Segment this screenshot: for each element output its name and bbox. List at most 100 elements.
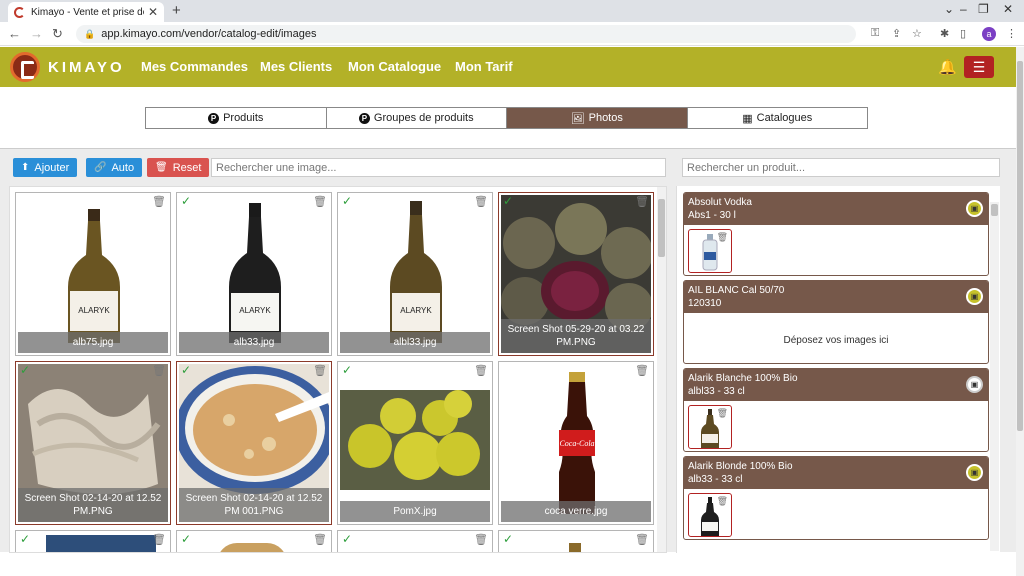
product-ref: 120310 bbox=[688, 298, 722, 309]
tab-label: Produits bbox=[223, 112, 264, 124]
auto-link-button[interactable]: 🔗 Auto bbox=[86, 158, 143, 177]
delete-image-icon[interactable]: 🗑 bbox=[635, 195, 649, 208]
delete-image-icon[interactable]: 🗑 bbox=[313, 364, 327, 377]
forward-icon[interactable]: → bbox=[30, 26, 43, 41]
delete-image-icon[interactable]: 🗑 bbox=[313, 533, 327, 546]
delete-image-icon[interactable]: 🗑 bbox=[313, 195, 327, 208]
image-card[interactable]: ✓ 🗑 Screen Shot 05-29-20 at 03.22 PM.PNG bbox=[498, 192, 654, 356]
profile-avatar[interactable]: a bbox=[982, 27, 996, 41]
browser-tab[interactable]: Kimayo - Vente et prise de comm ✕ bbox=[8, 2, 164, 22]
maximize-icon[interactable]: ❐ bbox=[978, 2, 989, 16]
product-image-thumb[interactable]: 🗑 bbox=[688, 493, 732, 537]
nav-mon-tarif[interactable]: Mon Tarif bbox=[455, 59, 513, 74]
delete-image-icon[interactable]: 🗑 bbox=[635, 533, 649, 546]
star-icon[interactable]: ☆ bbox=[912, 27, 922, 40]
image-card[interactable]: ✓ 🗑 bbox=[176, 530, 332, 552]
delete-image-icon[interactable]: 🗑 bbox=[474, 533, 488, 546]
delete-image-icon[interactable]: 🗑 bbox=[635, 364, 649, 377]
delete-image-icon[interactable]: 🗑 bbox=[474, 195, 488, 208]
share-icon[interactable]: ⇪ bbox=[892, 27, 901, 40]
key-icon[interactable]: ⚿ bbox=[871, 27, 879, 40]
check-icon: ✓ bbox=[503, 194, 514, 208]
product-list-scrollbar[interactable] bbox=[990, 202, 999, 551]
tab-groupes-de-produits[interactable]: P Groupes de produits bbox=[326, 108, 507, 128]
tab-catalogues[interactable]: ▦ Catalogues bbox=[687, 108, 867, 128]
image-caption: alb75.jpg bbox=[18, 332, 168, 353]
product-card[interactable]: AIL BLANC Cal 50/70 120310 ▣ Déposez vos… bbox=[683, 280, 989, 364]
kimayo-logo[interactable]: KIMAYO bbox=[10, 52, 125, 82]
product-card[interactable]: Alarik Blanche 100% Bio albl33 - 33 cl ▣… bbox=[683, 368, 989, 452]
image-caption: Screen Shot 05-29-20 at 03.22 PM.PNG bbox=[501, 319, 651, 353]
image-grid-scrollbar[interactable] bbox=[657, 187, 666, 552]
image-caption: albl33.jpg bbox=[340, 332, 490, 353]
product-header: Alarik Blonde 100% Bio alb33 - 33 cl ▣ bbox=[684, 457, 988, 489]
add-image-button[interactable]: ⬆ Ajouter bbox=[13, 158, 78, 177]
image-card[interactable]: ✓ 🗑 bbox=[15, 530, 171, 552]
delete-image-icon[interactable]: 🗑 bbox=[717, 408, 728, 419]
image-card[interactable]: ALARYK 🗑 alb75.jpg bbox=[15, 192, 171, 356]
partial-image bbox=[217, 543, 287, 552]
image-card[interactable]: ✓ 🗑 bbox=[498, 530, 654, 552]
bell-icon[interactable]: 🔔 bbox=[938, 58, 957, 76]
back-icon[interactable]: ← bbox=[8, 26, 21, 41]
check-icon: ✓ bbox=[20, 532, 31, 546]
product-card[interactable]: Absolut Vodka Abs1 - 30 l ▣ 🗑 bbox=[683, 192, 989, 276]
scrollbar-thumb[interactable] bbox=[991, 204, 998, 216]
delete-image-icon[interactable]: 🗑 bbox=[717, 232, 728, 243]
tab-produits[interactable]: P Produits bbox=[146, 108, 327, 128]
product-card[interactable]: Alarik Blonde 100% Bio alb33 - 33 cl ▣ 🗑 bbox=[683, 456, 989, 540]
delete-image-icon[interactable]: 🗑 bbox=[152, 195, 166, 208]
product-ref: Abs1 - 30 l bbox=[688, 210, 736, 221]
image-card[interactable]: Coca-Cola 🗑 coca verre.jpg bbox=[498, 361, 654, 525]
product-search-input[interactable] bbox=[682, 158, 1000, 177]
check-icon: ✓ bbox=[503, 532, 514, 546]
address-bar[interactable]: 🔒 app.kimayo.com/vendor/catalog-edit/ima… bbox=[76, 25, 856, 43]
nav-mes-commandes[interactable]: Mes Commandes bbox=[141, 59, 248, 74]
check-icon: ✓ bbox=[181, 363, 192, 377]
image-card[interactable]: ✓ 🗑 bbox=[337, 530, 493, 552]
image-card[interactable]: ✓ 🗑 PomX.jpg bbox=[337, 361, 493, 525]
product-image-thumb[interactable]: 🗑 bbox=[688, 229, 732, 273]
hamburger-menu-button[interactable]: ☰ bbox=[964, 56, 994, 78]
close-tab-icon[interactable]: ✕ bbox=[148, 5, 158, 19]
extensions-icon[interactable]: ✱ bbox=[940, 27, 949, 40]
delete-image-icon[interactable]: 🗑 bbox=[717, 496, 728, 507]
photos-workspace: ⬆ Ajouter 🔗 Auto 🗑 Reset ALARYK 🗑 alb75.… bbox=[0, 148, 1016, 553]
tab-photos[interactable]: 🖼 Photos bbox=[507, 108, 688, 128]
chevron-down-icon[interactable]: ⌄ bbox=[944, 2, 954, 16]
side-panel-icon[interactable]: ▯ bbox=[960, 27, 966, 40]
delete-image-icon[interactable]: 🗑 bbox=[152, 364, 166, 377]
scrollbar-thumb[interactable] bbox=[1017, 61, 1023, 431]
image-status-icon[interactable]: ▣ bbox=[966, 288, 983, 305]
image-card[interactable]: ✓ 🗑 Screen Shot 02-14-20 at 12.52 PM 001… bbox=[176, 361, 332, 525]
svg-text:Coca-Cola: Coca-Cola bbox=[559, 439, 594, 448]
upload-icon: ⬆ bbox=[21, 162, 30, 173]
reload-icon[interactable]: ↻ bbox=[52, 26, 63, 42]
drop-zone-text[interactable]: Déposez vos images ici bbox=[684, 335, 988, 346]
p-icon: P bbox=[208, 112, 220, 124]
minimize-icon[interactable]: – bbox=[960, 2, 967, 16]
browser-tabbar: Kimayo - Vente et prise de comm ✕ + ⌄ – … bbox=[0, 0, 1024, 22]
delete-image-icon[interactable]: 🗑 bbox=[152, 533, 166, 546]
image-card[interactable]: ✓ ALARYK 🗑 alb33.jpg bbox=[176, 192, 332, 356]
browser-toolbar: ← → ↻ 🔒 app.kimayo.com/vendor/catalog-ed… bbox=[0, 22, 1024, 46]
new-tab-icon[interactable]: + bbox=[172, 2, 181, 19]
product-image-thumb[interactable]: 🗑 bbox=[688, 405, 732, 449]
reset-button[interactable]: 🗑 Reset bbox=[147, 158, 210, 177]
scrollbar-thumb[interactable] bbox=[658, 199, 665, 257]
nav-mes-clients[interactable]: Mes Clients bbox=[260, 59, 332, 74]
image-status-icon[interactable]: ▣ bbox=[966, 464, 983, 481]
more-icon[interactable]: ⋮ bbox=[1006, 27, 1017, 40]
image-search-input[interactable] bbox=[211, 158, 666, 177]
image-status-icon[interactable]: ▣ bbox=[966, 376, 983, 393]
trash-icon: 🗑 bbox=[155, 162, 168, 173]
check-icon: ✓ bbox=[342, 532, 353, 546]
nav-mon-catalogue[interactable]: Mon Catalogue bbox=[348, 59, 441, 74]
page-scrollbar[interactable] bbox=[1016, 47, 1024, 576]
image-card[interactable]: ✓ ALARYK 🗑 albl33.jpg bbox=[337, 192, 493, 356]
close-window-icon[interactable]: ✕ bbox=[1003, 2, 1013, 16]
image-status-icon[interactable]: ▣ bbox=[966, 200, 983, 217]
delete-image-icon[interactable]: 🗑 bbox=[474, 364, 488, 377]
svg-text:ALARYK: ALARYK bbox=[400, 306, 432, 315]
image-card[interactable]: ✓ 🗑 Screen Shot 02-14-20 at 12.52 PM.PNG bbox=[15, 361, 171, 525]
